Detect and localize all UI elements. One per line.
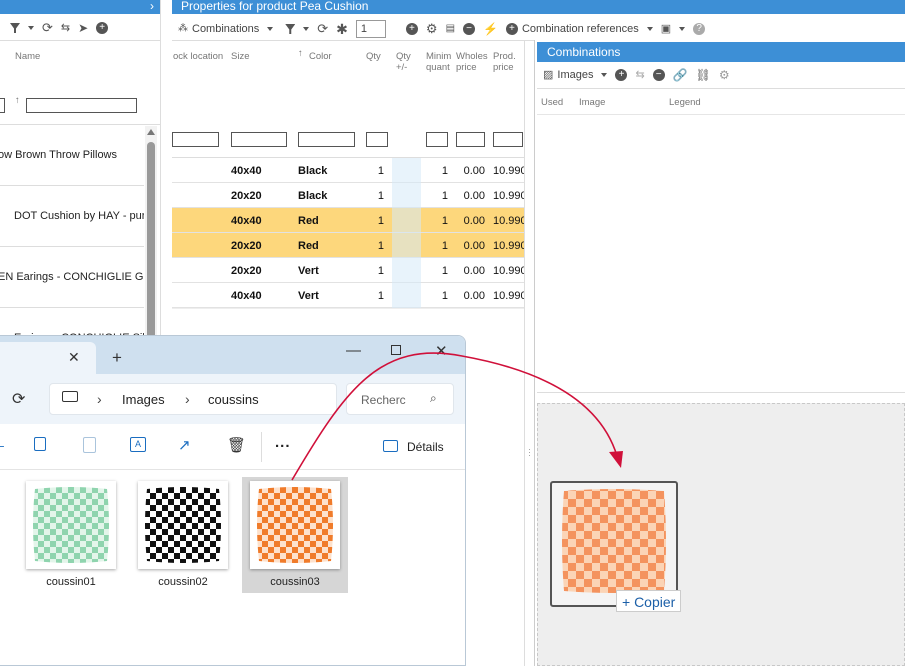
drag-arrow xyxy=(291,352,623,481)
